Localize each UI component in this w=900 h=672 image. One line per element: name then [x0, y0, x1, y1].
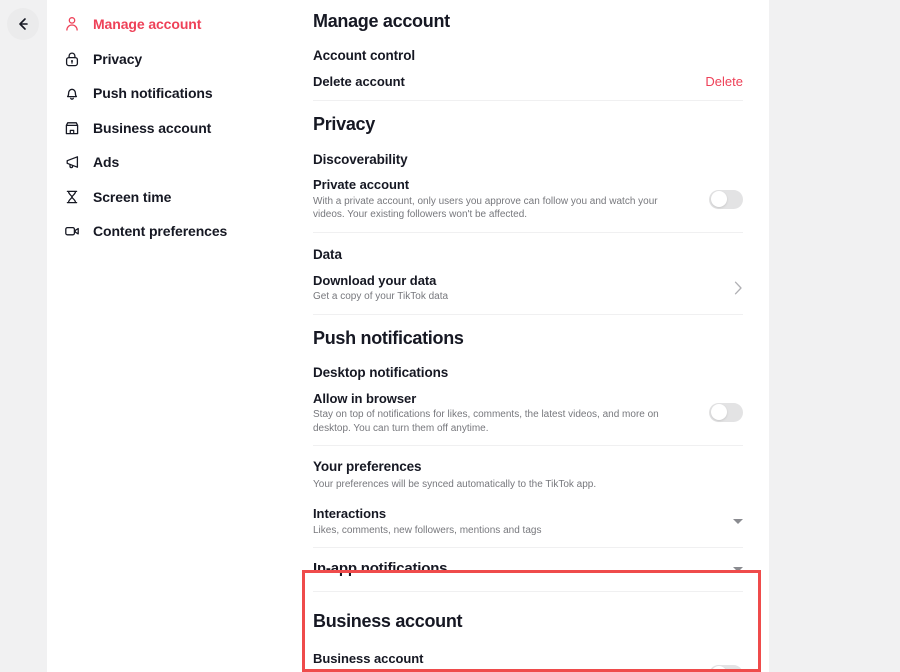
row-label: Delete account — [313, 73, 405, 89]
section-privacy: Privacy Discoverability Private account … — [313, 101, 743, 313]
section-business-account: Business account Business account Access… — [313, 592, 743, 672]
row-texts: Private account With a private account, … — [313, 176, 701, 222]
row-label: In-app notifications — [313, 560, 448, 578]
video-camera-icon — [63, 222, 81, 240]
sidebar-item-label: Manage account — [93, 16, 202, 33]
row-texts: Interactions Likes, comments, new follow… — [313, 505, 701, 537]
group-title-data: Data — [313, 246, 342, 262]
row-delete-account[interactable]: Delete account Delete — [313, 73, 743, 101]
row-control — [701, 664, 743, 672]
row-business-account[interactable]: Business account Access marketing tools … — [313, 650, 743, 672]
row-description: Stay on top of notifications for likes, … — [313, 409, 659, 434]
business-account-toggle[interactable] — [709, 664, 743, 672]
settings-content: Manage account Account control Delete ac… — [287, 0, 769, 672]
section-manage-account: Manage account Account control Delete ac… — [313, 0, 743, 100]
sidebar-item-manage-account[interactable]: Manage account — [47, 7, 287, 42]
sidebar-item-push-notifications[interactable]: Push notifications — [47, 76, 287, 111]
row-texts: Download your data Get a copy of your Ti… — [313, 272, 701, 304]
row-allow-in-browser[interactable]: Allow in browser Stay on top of notifica… — [313, 390, 743, 446]
row-label: Interactions — [313, 506, 387, 522]
sidebar-item-label: Ads — [93, 154, 120, 171]
row-label: Allow in browser — [313, 390, 417, 406]
chevron-down-icon[interactable] — [733, 566, 743, 572]
group-title-account-control: Account control — [313, 48, 415, 64]
row-texts: In-app notifications — [313, 559, 701, 579]
row-interactions[interactable]: Interactions Likes, comments, new follow… — [313, 505, 743, 547]
section-push-notifications: Push notifications Desktop notifications… — [313, 315, 743, 592]
bell-icon — [63, 84, 81, 102]
sidebar-item-privacy[interactable]: Privacy — [47, 42, 287, 77]
hourglass-icon — [63, 188, 81, 206]
row-control — [701, 281, 743, 295]
section-title-push-notifications: Push notifications — [313, 327, 464, 348]
row-control — [701, 566, 743, 572]
person-icon — [63, 15, 81, 33]
section-title-privacy: Privacy — [313, 114, 375, 135]
sidebar-item-label: Content preferences — [93, 223, 228, 240]
row-private-account[interactable]: Private account With a private account, … — [313, 176, 743, 232]
private-account-toggle[interactable] — [709, 189, 743, 209]
megaphone-icon — [63, 153, 81, 171]
arrow-left-icon — [15, 16, 31, 32]
sidebar-item-business-account[interactable]: Business account — [47, 111, 287, 146]
row-texts: Business account Access marketing tools … — [313, 650, 701, 672]
delete-account-link[interactable]: Delete — [705, 73, 743, 91]
sidebar-item-ads[interactable]: Ads — [47, 145, 287, 180]
sidebar-item-screen-time[interactable]: Screen time — [47, 180, 287, 215]
row-label: Business account — [313, 650, 424, 666]
row-texts: Allow in browser Stay on top of notifica… — [313, 390, 701, 436]
toggle-knob — [710, 666, 727, 672]
row-description: Get a copy of your TikTok data — [313, 291, 449, 303]
row-label: Download your data — [313, 272, 437, 288]
row-description: Likes, comments, new followers, mentions… — [313, 524, 542, 536]
toggle-knob — [710, 191, 727, 208]
sidebar-item-content-preferences[interactable]: Content preferences — [47, 214, 287, 249]
toggle-knob — [710, 404, 727, 421]
row-control — [701, 402, 743, 422]
storefront-icon — [63, 119, 81, 137]
back-gutter — [0, 0, 47, 672]
row-download-your-data[interactable]: Download your data Get a copy of your Ti… — [313, 272, 743, 314]
row-texts: Delete account — [313, 73, 701, 91]
row-label: Private account — [313, 177, 410, 193]
your-preferences-description: Your preferences will be synced automati… — [313, 478, 597, 490]
chevron-right-icon[interactable] — [734, 281, 743, 295]
settings-sidebar: Manage account Privacy Push notification… — [47, 0, 287, 672]
sidebar-item-label: Push notifications — [93, 85, 213, 102]
sidebar-item-label: Privacy — [93, 50, 143, 67]
row-control — [701, 518, 743, 524]
lock-icon — [63, 50, 81, 68]
group-title-discoverability: Discoverability — [313, 151, 408, 167]
row-control: Delete — [701, 73, 743, 91]
right-gutter — [769, 0, 782, 672]
section-title-manage-account: Manage account — [313, 11, 450, 31]
allow-in-browser-toggle[interactable] — [709, 402, 743, 422]
group-title-desktop-notifications: Desktop notifications — [313, 364, 449, 380]
settings-page: Manage account Privacy Push notification… — [0, 0, 900, 672]
main-content-wrap: Manage account Account control Delete ac… — [287, 0, 782, 672]
chevron-down-icon[interactable] — [733, 518, 743, 524]
row-control — [701, 189, 743, 209]
sidebar-item-label: Business account — [93, 119, 212, 136]
row-in-app-notifications[interactable]: In-app notifications — [313, 559, 743, 591]
section-title-business-account: Business account — [313, 611, 463, 632]
sidebar-item-label: Screen time — [93, 188, 172, 205]
group-title-your-preferences: Your preferences — [313, 459, 422, 475]
back-button[interactable] — [7, 8, 39, 40]
row-description: With a private account, only users you a… — [313, 195, 658, 221]
